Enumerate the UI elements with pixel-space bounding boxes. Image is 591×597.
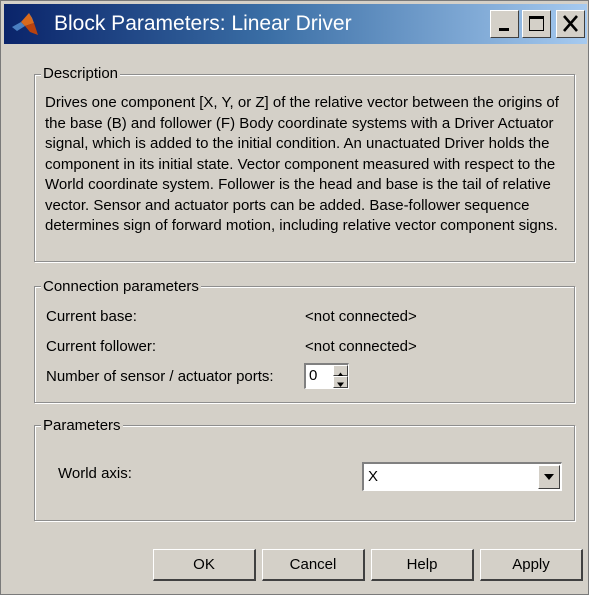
current-follower-label: Current follower:	[46, 338, 157, 355]
spinner-down-button[interactable]	[333, 376, 348, 388]
arrow-down-icon	[337, 382, 344, 387]
description-legend: Description	[41, 65, 121, 82]
chevron-down-icon	[544, 474, 554, 480]
ports-label: Number of sensor / actuator ports:	[46, 368, 274, 385]
maximize-icon	[529, 16, 544, 31]
window-title: Block Parameters: Linear Driver	[54, 12, 352, 35]
parameters-legend: Parameters	[41, 417, 123, 434]
world-axis-label: World axis:	[58, 465, 132, 482]
current-follower-value: <not connected>	[305, 338, 417, 355]
block-parameters-dialog: Block Parameters: Linear Driver Descript…	[0, 0, 589, 595]
cancel-button[interactable]: Cancel	[262, 549, 365, 581]
ports-spinner[interactable]: 0	[304, 363, 349, 389]
apply-button[interactable]: Apply	[480, 549, 583, 581]
minimize-button[interactable]	[490, 10, 519, 38]
close-button[interactable]	[556, 10, 585, 38]
connection-parameters-legend: Connection parameters	[41, 278, 201, 295]
matlab-logo-icon	[10, 10, 40, 38]
world-axis-value[interactable]: X	[368, 468, 378, 486]
world-axis-dropdown-button[interactable]	[538, 465, 560, 489]
minimize-icon	[499, 28, 509, 31]
current-base-label: Current base:	[46, 308, 137, 325]
title-bar[interactable]: Block Parameters: Linear Driver	[4, 4, 587, 44]
spinner-up-button[interactable]	[333, 365, 348, 377]
help-button[interactable]: Help	[371, 549, 474, 581]
current-base-value: <not connected>	[305, 308, 417, 325]
spinner-buttons	[333, 365, 348, 388]
description-text: Drives one component [X, Y, or Z] of the…	[45, 94, 559, 234]
ports-value[interactable]: 0	[309, 367, 317, 385]
world-axis-select[interactable]: X	[362, 462, 562, 491]
maximize-button[interactable]	[522, 10, 551, 38]
close-icon	[563, 15, 578, 32]
ok-button[interactable]: OK	[153, 549, 256, 581]
